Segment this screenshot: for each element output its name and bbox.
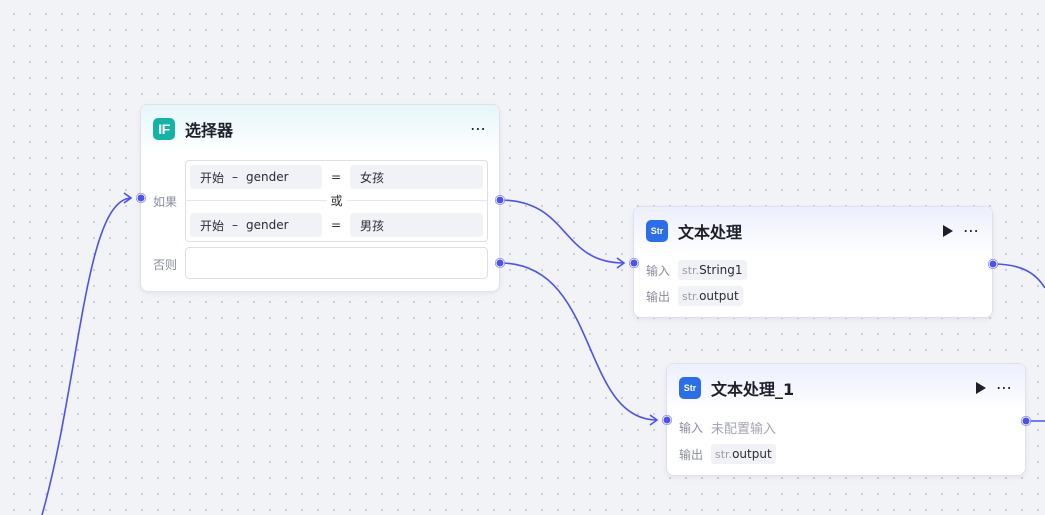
separator: – <box>232 218 239 232</box>
text-node-header[interactable]: Str 文本处理 ⋯ <box>634 207 992 255</box>
text-node-1-output-port[interactable] <box>1021 416 1031 426</box>
input-row: 输入 未配置输入 <box>679 418 776 437</box>
separator: – <box>232 170 239 184</box>
output-label: 输出 <box>646 289 671 304</box>
variable-name: gender <box>246 218 289 232</box>
more-options-icon[interactable]: ⋯ <box>963 223 980 239</box>
condition-operator[interactable]: = <box>322 170 350 184</box>
condition-variable[interactable]: 开始 – gender <box>190 165 322 189</box>
selector-node[interactable]: IF 选择器 ⋯ 如果 开始 – gender = 女孩 或 开始 – gend… <box>140 104 500 292</box>
output-variable-tag[interactable]: str. output <box>678 286 743 306</box>
source-node-name: 开始 <box>200 218 225 233</box>
input-variable-tag[interactable]: str. String1 <box>678 260 747 280</box>
workflow-canvas[interactable]: IF 选择器 ⋯ 如果 开始 – gender = 女孩 或 开始 – gend… <box>0 0 1045 515</box>
condition-row[interactable]: 开始 – gender = 男孩 <box>190 213 483 237</box>
else-label: 否则 <box>153 258 178 272</box>
text-process-icon: Str <box>679 377 701 399</box>
condition-value[interactable]: 女孩 <box>350 165 483 189</box>
text-process-node[interactable]: Str 文本处理 ⋯ 输入 str. String1 输出 str. outpu… <box>633 206 993 318</box>
if-condition-group[interactable]: 开始 – gender = 女孩 或 开始 – gender = 男孩 <box>185 160 488 242</box>
text-node-header[interactable]: Str 文本处理_1 ⋯ <box>667 364 1025 412</box>
edge-start-to-selector[interactable] <box>41 197 132 515</box>
play-icon[interactable] <box>976 382 986 394</box>
source-node-name: 开始 <box>200 170 225 185</box>
if-label: 如果 <box>153 195 178 209</box>
output-variable-tag[interactable]: str. output <box>711 444 776 464</box>
condition-row[interactable]: 开始 – gender = 女孩 <box>190 165 483 189</box>
variable-name: gender <box>246 170 289 184</box>
condition-variable[interactable]: 开始 – gender <box>190 213 322 237</box>
selector-input-port[interactable] <box>136 193 146 203</box>
more-options-icon[interactable]: ⋯ <box>470 121 487 137</box>
input-label: 输入 <box>679 421 704 435</box>
arrow-head-text-2 <box>649 414 659 426</box>
text-process-node-1[interactable]: Str 文本处理_1 ⋯ 输入 未配置输入 输出 str. output <box>666 363 1026 476</box>
node-title: 文本处理 <box>678 223 743 242</box>
arrow-head-selector <box>123 192 133 204</box>
if-icon: IF <box>153 118 175 140</box>
edge-text-1-out[interactable] <box>992 263 1045 289</box>
input-placeholder[interactable]: 未配置输入 <box>711 418 776 437</box>
output-row: 输出 str. output <box>679 444 776 464</box>
node-title: 文本处理_1 <box>711 380 795 399</box>
output-label: 输出 <box>679 447 704 462</box>
variable-name: output <box>732 447 772 461</box>
or-label[interactable]: 或 <box>326 192 347 209</box>
variable-name: String1 <box>699 263 743 277</box>
text-node-1-input-port[interactable] <box>662 415 672 425</box>
play-icon[interactable] <box>943 225 953 237</box>
condition-value[interactable]: 男孩 <box>350 213 483 237</box>
variable-name: output <box>699 289 739 303</box>
text-node-input-port[interactable] <box>629 258 639 268</box>
edge-if-to-text-1[interactable] <box>499 199 625 264</box>
selector-node-header[interactable]: IF 选择器 ⋯ <box>141 105 499 153</box>
input-row: 输入 str. String1 <box>646 260 747 280</box>
text-node-output-port[interactable] <box>988 259 998 269</box>
else-output-port[interactable] <box>495 258 505 268</box>
node-title: 选择器 <box>185 121 234 140</box>
input-label: 输入 <box>646 263 671 278</box>
arrow-head-text-1 <box>616 257 626 269</box>
text-process-icon: Str <box>646 220 668 242</box>
type-prefix: str. <box>682 289 700 303</box>
condition-operator[interactable]: = <box>322 218 350 232</box>
more-options-icon[interactable]: ⋯ <box>996 380 1013 396</box>
if-output-port[interactable] <box>495 195 505 205</box>
type-prefix: str. <box>682 263 700 277</box>
else-branch-box[interactable] <box>185 247 488 279</box>
type-prefix: str. <box>715 447 733 461</box>
output-row: 输出 str. output <box>646 286 743 306</box>
